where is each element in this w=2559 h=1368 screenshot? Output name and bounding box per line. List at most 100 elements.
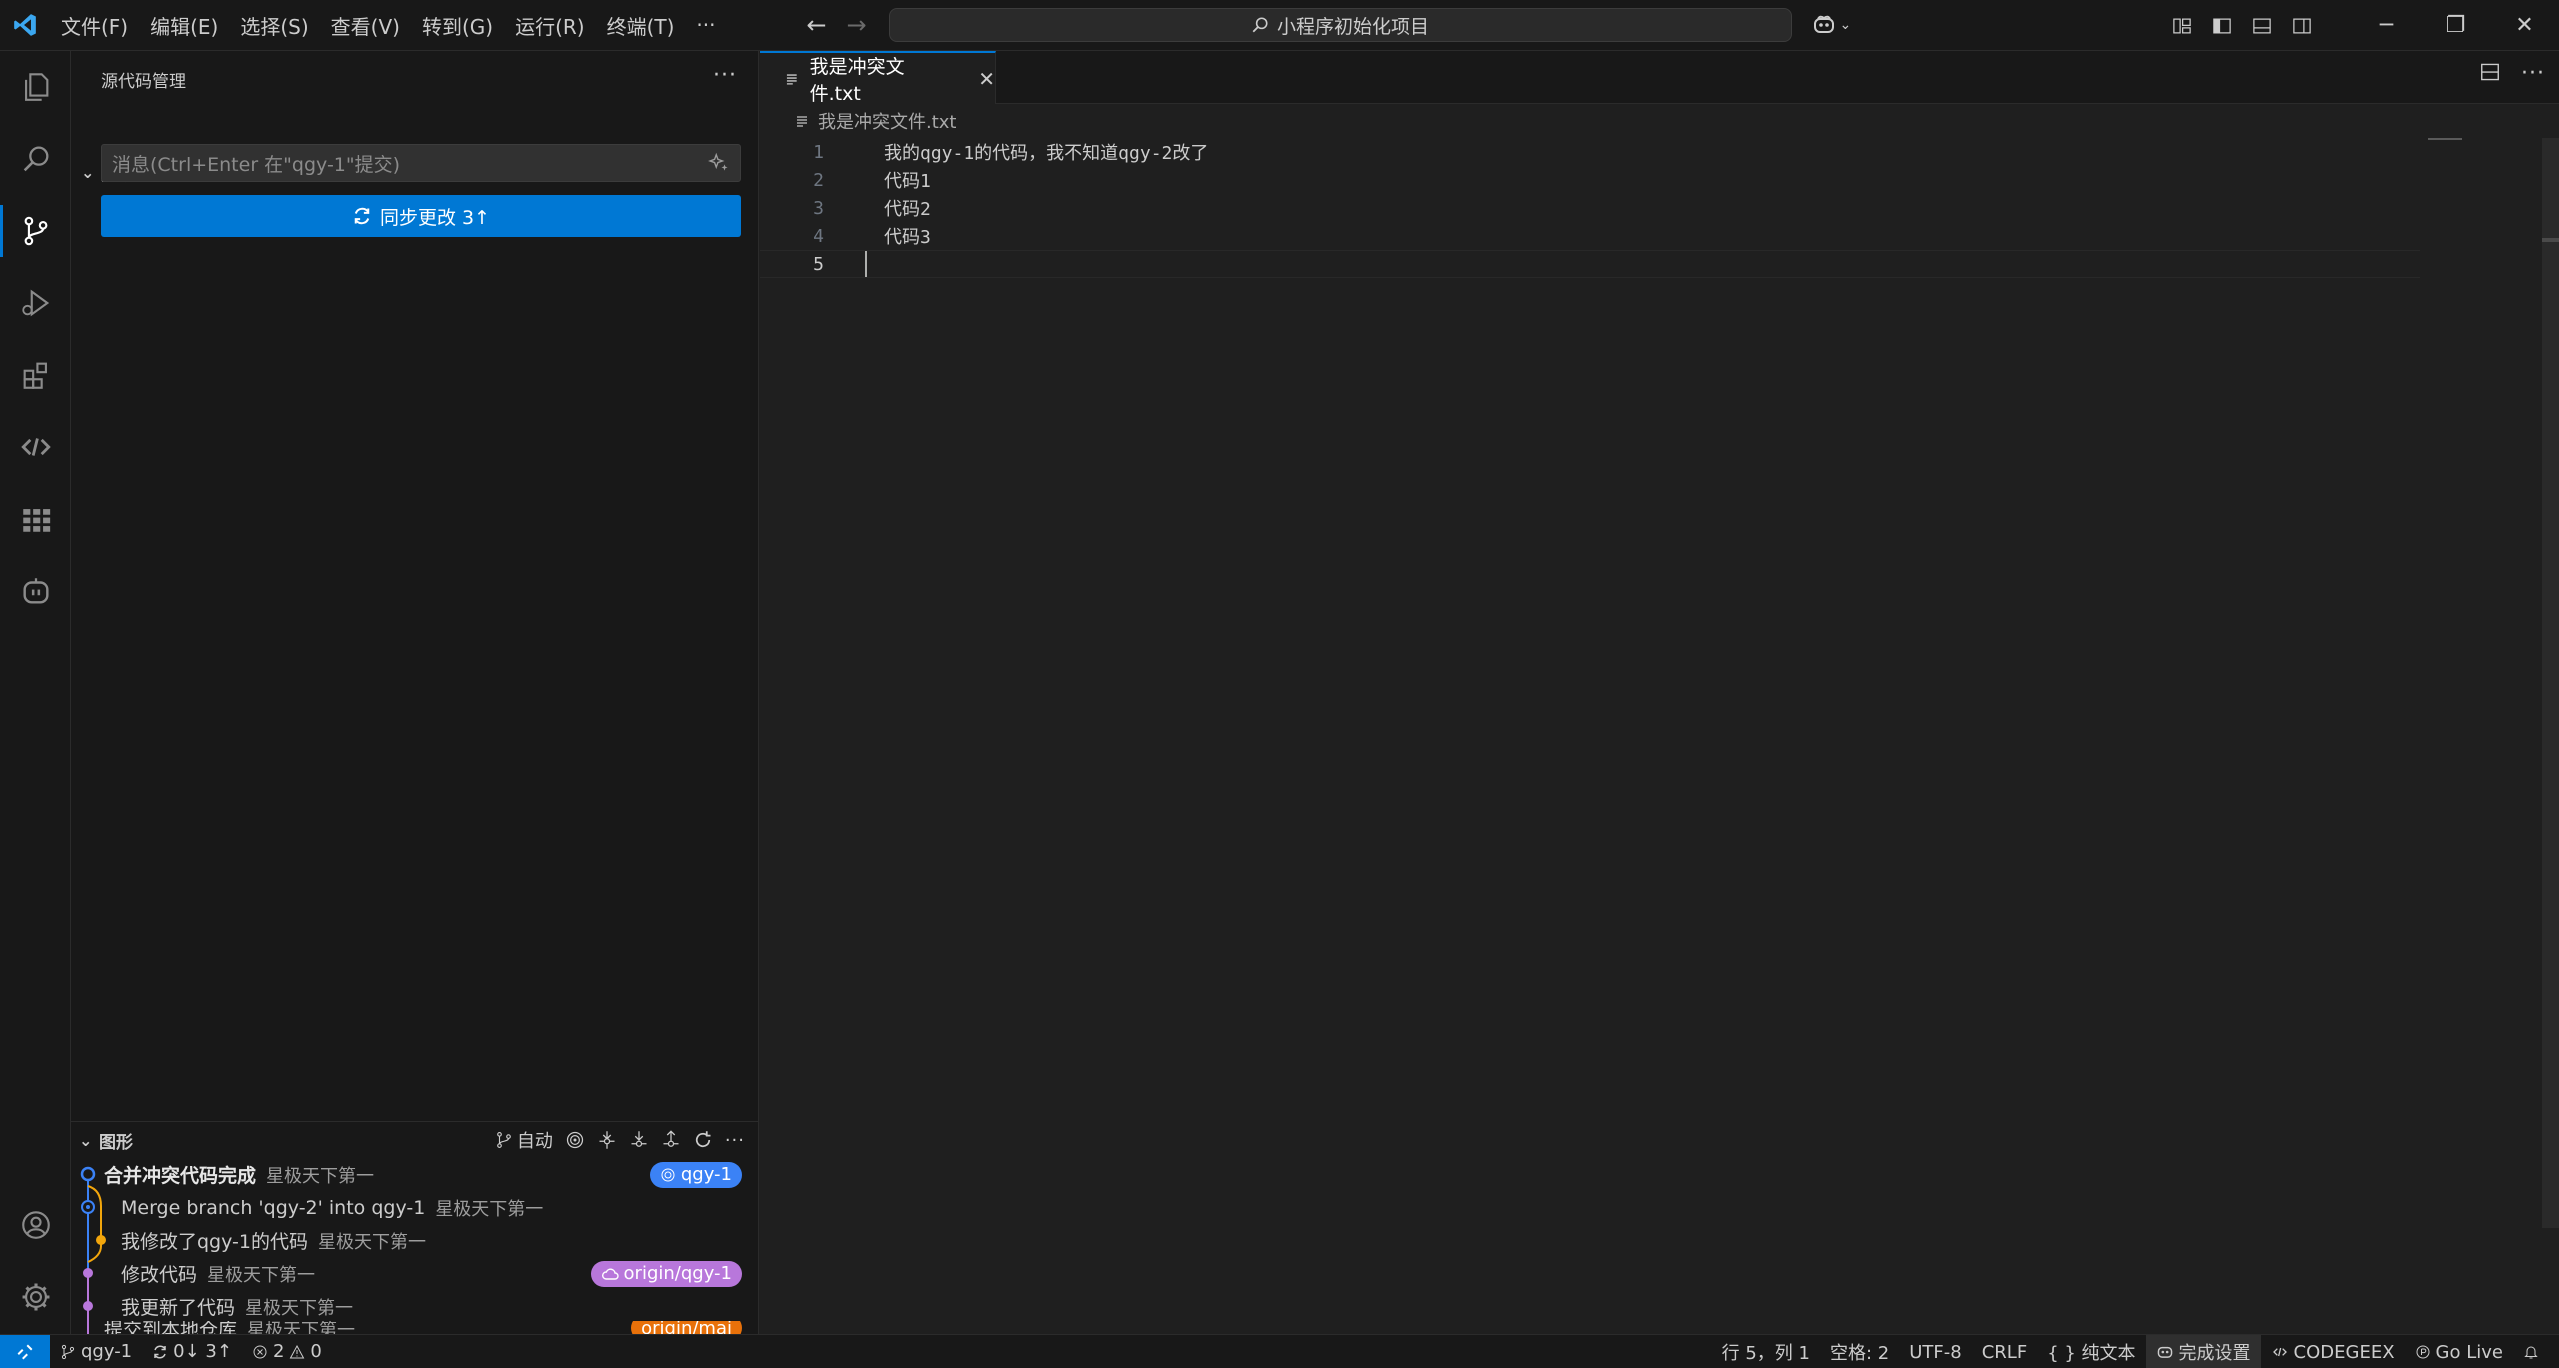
commit-row[interactable]: 我修改了qgy-1的代码 星极天下第一 — [71, 1224, 759, 1257]
more-actions-icon[interactable]: ··· — [713, 63, 737, 88]
command-center[interactable]: 小程序初始化项目 — [888, 8, 1792, 42]
minimize-icon[interactable]: ─ — [2352, 0, 2421, 51]
commit-message-placeholder: 消息(Ctrl+Enter 在"qgy-1"提交) — [112, 153, 401, 176]
sync-counts: 0↓ 3↑ — [173, 1341, 232, 1362]
pull-icon[interactable] — [629, 1130, 649, 1150]
sparkle-icon[interactable] — [708, 152, 730, 179]
search-icon — [1252, 17, 1268, 33]
code-line[interactable]: 4 代码3 — [760, 222, 2420, 250]
commit-author: 星极天下第一 — [266, 1165, 375, 1187]
branch-status[interactable]: qgy-1 — [50, 1335, 142, 1368]
settings-gear-icon[interactable] — [0, 1261, 71, 1333]
notifications-bell-icon[interactable] — [2513, 1335, 2549, 1368]
sync-changes-button[interactable]: 同步更改 3↑ — [101, 195, 741, 237]
language-label: { } 纯文本 — [2047, 1343, 2136, 1364]
commit-message: 修改代码 — [121, 1264, 198, 1286]
more-actions-icon[interactable]: ··· — [725, 1130, 745, 1151]
line-number: 4 — [813, 225, 824, 247]
commit-row[interactable]: 我更新了代码 星极天下第一 — [71, 1290, 759, 1323]
go-live-status[interactable]: Go Live — [2405, 1335, 2513, 1368]
chevron-down-icon: ⌄ — [79, 1130, 93, 1150]
toggle-secondary-sidebar-icon[interactable] — [2282, 6, 2322, 46]
menu-item[interactable]: 运行(R) — [504, 0, 596, 51]
breadcrumb-file[interactable]: 我是冲突文件.txt — [818, 108, 957, 134]
restore-icon[interactable]: ❐ — [2421, 0, 2490, 51]
code-line-current[interactable]: 5 — [760, 250, 2420, 278]
commit-row[interactable]: Merge branch 'qgy-2' into qgy-1 星极天下第一 — [71, 1191, 759, 1224]
target-icon[interactable] — [565, 1130, 585, 1150]
extensions-icon[interactable] — [0, 339, 71, 411]
auto-branch-button[interactable]: 自动 — [495, 1127, 553, 1153]
remote-indicator-icon[interactable] — [0, 1334, 50, 1368]
menu-item[interactable]: 编辑(E) — [139, 0, 229, 51]
code-line[interactable]: 2 代码1 — [760, 166, 2420, 194]
refresh-icon[interactable] — [693, 1130, 713, 1150]
explorer-icon[interactable] — [0, 51, 71, 123]
commit-message: 合并冲突代码完成 — [104, 1165, 257, 1187]
copilot-status[interactable]: 完成设置 — [2145, 1335, 2261, 1368]
close-window-icon[interactable]: ✕ — [2490, 0, 2559, 51]
branch-icon — [61, 1344, 75, 1359]
codegeex-status[interactable]: CODEGEEX — [2261, 1335, 2405, 1368]
code-editor[interactable]: 1 我的qgy-1的代码，我不知道qgy-2改了 2 代码1 3 代码2 4 代… — [760, 138, 2559, 1334]
commit-message: 我修改了qgy-1的代码 — [121, 1231, 308, 1253]
run-and-debug-icon[interactable] — [0, 267, 71, 339]
warning-icon — [290, 1344, 305, 1358]
commit-row[interactable]: 修改代码 星极天下第一 origin/qgy-1 — [71, 1257, 759, 1290]
line-number: 1 — [813, 141, 824, 163]
text-file-icon — [797, 116, 807, 127]
search-icon[interactable] — [0, 123, 71, 195]
remote-explorer-icon[interactable] — [0, 411, 71, 483]
fetch-icon[interactable] — [597, 1130, 617, 1150]
back-arrow-icon[interactable]: ← — [797, 5, 837, 45]
ai-assistant-icon[interactable] — [0, 555, 71, 627]
forward-arrow-icon[interactable]: → — [837, 5, 877, 45]
codegeex-label: CODEGEEX — [2293, 1341, 2395, 1363]
toggle-primary-sidebar-icon[interactable] — [2202, 6, 2242, 46]
menu-item[interactable]: 终端(T) — [596, 0, 686, 51]
vscode-logo-icon — [0, 0, 50, 51]
end-of-line[interactable]: CRLF — [1972, 1335, 2037, 1368]
error-icon — [253, 1345, 267, 1358]
split-editor-icon[interactable] — [2479, 61, 2501, 89]
commit-message-input[interactable]: 消息(Ctrl+Enter 在"qgy-1"提交) — [101, 144, 741, 182]
encoding[interactable]: UTF-8 — [1899, 1335, 1971, 1368]
activity-bar — [0, 51, 71, 1334]
copilot-icon — [2157, 1346, 2172, 1358]
scrollbar-thumb[interactable] — [2542, 238, 2559, 242]
sync-status[interactable]: 0↓ 3↑ — [142, 1335, 242, 1368]
cursor-position-label: 行 5，列 1 — [1721, 1343, 1810, 1364]
commit-message: 提交到本地仓库 — [104, 1321, 238, 1335]
title-bar: 文件(F) 编辑(E) 选择(S) 查看(V) 转到(G) 运行(R) 终端(T) ··· ←… — [0, 0, 2559, 51]
copilot-icon — [1813, 15, 1834, 33]
menu-item[interactable]: 文件(F) — [50, 0, 139, 51]
menu-item[interactable]: 查看(V) — [320, 0, 411, 51]
remote-branch-badge: origin/qgy-1 — [590, 1260, 742, 1287]
source-control-icon[interactable] — [0, 195, 71, 267]
commit-row[interactable]: 提交到本地仓库 星极天下第一 origin/mai — [71, 1321, 759, 1335]
text-file-icon — [786, 73, 797, 85]
editor-tab[interactable]: 我是冲突文件.txt ✕ — [760, 51, 996, 105]
menu-item[interactable]: 选择(S) — [229, 0, 319, 51]
code-line[interactable]: 3 代码2 — [760, 194, 2420, 222]
push-icon[interactable] — [661, 1130, 681, 1150]
menu-item[interactable]: 转到(G) — [411, 0, 504, 51]
status-bar-right: 行 5，列 1 空格: 2 UTF-8 CRLF { } 纯文本 完成设置 CO… — [1712, 1335, 2549, 1368]
minimap[interactable] — [2428, 138, 2462, 142]
cursor-position[interactable]: 行 5，列 1 — [1712, 1335, 1820, 1368]
accounts-icon[interactable] — [0, 1189, 71, 1261]
menu-more-icon[interactable]: ··· — [685, 0, 726, 51]
commit-message: Merge branch 'qgy-2' into qgy-1 — [121, 1196, 426, 1219]
toggle-panel-icon[interactable] — [2242, 6, 2282, 46]
editor-scrollbar[interactable] — [2542, 138, 2559, 1228]
customize-layout-icon[interactable] — [2162, 6, 2202, 46]
problems-status[interactable]: 2 0 — [242, 1335, 332, 1368]
more-actions-icon[interactable]: ··· — [2521, 61, 2545, 89]
copilot-menu[interactable]: ⌄ — [1812, 14, 1851, 36]
language-mode[interactable]: { } 纯文本 — [2037, 1335, 2145, 1368]
indentation[interactable]: 空格: 2 — [1820, 1335, 1899, 1368]
code-line[interactable]: 1 我的qgy-1的代码，我不知道qgy-2改了 — [760, 138, 2420, 166]
close-tab-icon[interactable]: ✕ — [978, 67, 995, 91]
apps-grid-icon[interactable] — [0, 483, 71, 555]
commit-row[interactable]: 合并冲突代码完成 星极天下第一 qgy-1 — [71, 1158, 759, 1191]
